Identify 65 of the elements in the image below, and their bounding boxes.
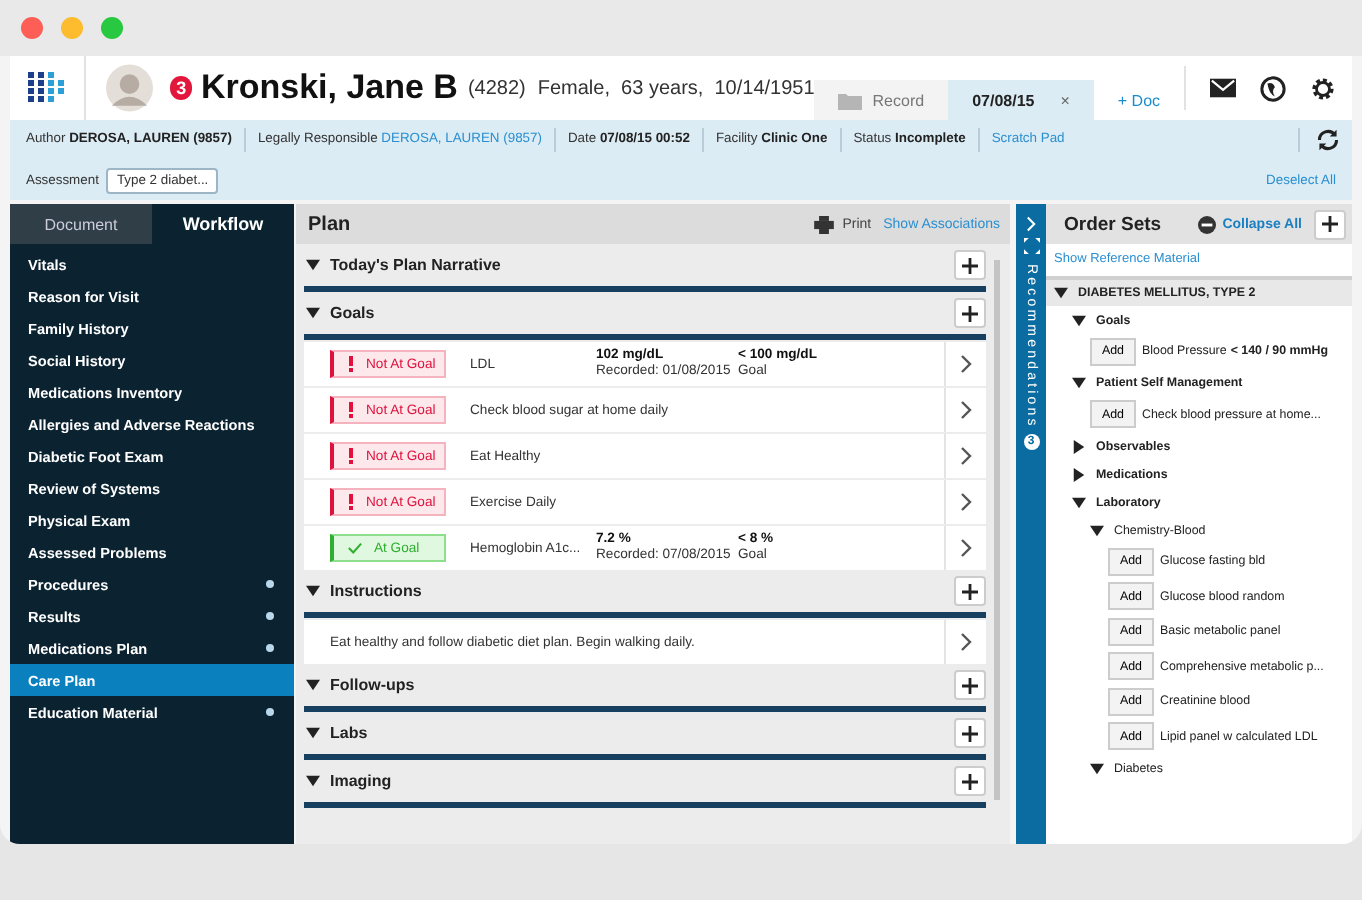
window-controls-drawing[interactable] (20, 16, 124, 40)
expanded-triangle-icon[interactable] (306, 306, 320, 320)
logo-icon (27, 72, 68, 104)
expanded-triangle-icon[interactable] (1072, 495, 1086, 509)
expanded-triangle-icon[interactable] (306, 774, 320, 788)
section-title[interactable]: Follow-ups (330, 676, 415, 694)
plus-icon (962, 305, 978, 321)
expanded-triangle-icon[interactable] (306, 258, 320, 272)
expanded-triangle-icon[interactable] (1072, 376, 1086, 390)
collapsed-triangle-icon[interactable] (1072, 467, 1086, 481)
add-button[interactable] (954, 250, 986, 280)
plus-icon (962, 773, 978, 789)
chevron-right-icon[interactable] (960, 492, 972, 512)
sidebar-tab[interactable]: Document (10, 204, 152, 244)
minus-circle-icon[interactable] (1198, 215, 1217, 233)
plus-icon (962, 583, 978, 599)
chevron-right-icon[interactable] (960, 632, 972, 652)
document-tab[interactable]: 07/08/15 × (948, 80, 1094, 120)
plus-icon (962, 677, 978, 693)
section-title[interactable]: Goals (330, 304, 375, 322)
expanded-triangle-icon[interactable] (1090, 523, 1104, 537)
expanded-triangle-icon[interactable] (306, 584, 320, 598)
chevron-right-icon[interactable] (960, 354, 972, 374)
exclamation-icon (348, 448, 354, 464)
plus-icon (962, 257, 978, 273)
chevron-right-icon[interactable] (960, 538, 972, 558)
expanded-triangle-icon[interactable] (306, 678, 320, 692)
expanded-triangle-icon[interactable] (306, 726, 320, 740)
alert-count-badge: 3 (169, 76, 193, 100)
mail-icon[interactable] (1210, 78, 1237, 98)
check-icon (348, 542, 362, 554)
section-title[interactable]: Instructions (330, 582, 422, 600)
folder-icon (838, 91, 863, 109)
add-button[interactable] (954, 718, 986, 748)
expanded-triangle-icon[interactable] (1072, 313, 1086, 327)
add-button[interactable] (954, 298, 986, 328)
panel-title: Plan (308, 213, 351, 235)
globe-icon[interactable] (1260, 75, 1287, 101)
add-button[interactable] (954, 576, 986, 606)
patient-details: Female, 63 years, 10/14/1951 (537, 77, 815, 99)
section-title[interactable]: Imaging (330, 772, 392, 790)
patient-id: (4282) (467, 77, 526, 99)
add-button[interactable] (954, 766, 986, 796)
plus-icon (1322, 216, 1338, 232)
close-icon[interactable]: × (1060, 91, 1070, 109)
expanded-triangle-icon[interactable] (1090, 761, 1104, 775)
settings-icon[interactable] (1310, 75, 1337, 101)
avatar-silhouette-icon (106, 64, 154, 112)
plus-icon (962, 725, 978, 741)
chevron-right-icon[interactable] (960, 446, 972, 466)
refresh-icon[interactable] (1298, 128, 1340, 152)
expanded-triangle-icon[interactable] (1054, 286, 1068, 300)
exclamation-icon (348, 494, 354, 510)
section-title[interactable]: Labs (330, 724, 368, 742)
chevron-right-icon[interactable] (960, 400, 972, 420)
expand-arrows-icon[interactable] (1023, 238, 1039, 254)
exclamation-icon (348, 356, 354, 372)
record-tab[interactable]: Record (814, 80, 949, 120)
patient-name: Kronski, Jane B (200, 68, 458, 108)
panel-title: Order Sets (1064, 213, 1162, 235)
section-title[interactable]: Today's Plan Narrative (330, 256, 501, 274)
add-button[interactable] (1314, 209, 1346, 239)
exclamation-icon (348, 402, 354, 418)
collapsed-triangle-icon[interactable] (1072, 439, 1086, 453)
add-button[interactable] (954, 670, 986, 700)
